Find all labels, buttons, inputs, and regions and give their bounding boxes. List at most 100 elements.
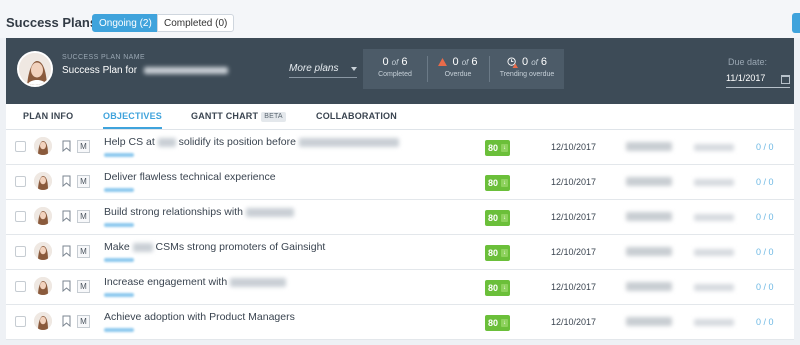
milestone-toggle[interactable]: M [77,315,90,328]
tab-gantt-chart[interactable]: GANTT CHART BETA [191,104,286,129]
health-score[interactable]: 80 ↓ [485,315,510,331]
objective-subtext [104,328,134,332]
row-checkbox[interactable] [15,281,26,292]
task-count[interactable]: 0 / 0 [756,317,774,327]
avatar-icon [34,312,52,330]
row-checkbox[interactable] [15,316,26,327]
filter-ongoing[interactable]: Ongoing (2) [92,14,159,32]
objective-subtext [104,188,134,192]
objective-due-date: 12/10/2017 [551,177,597,187]
avatar-icon [34,277,52,295]
corner-action-button[interactable] [792,13,800,33]
page-title: Success Plans [6,15,98,30]
objective-due-date: 12/10/2017 [551,212,597,222]
objective-due-date: 12/10/2017 [551,317,597,327]
objective-owner [626,317,672,326]
bookmark-icon[interactable] [62,210,71,222]
due-date-label: Due date: [728,57,768,67]
bookmark-icon[interactable] [62,245,71,257]
bookmark-icon[interactable] [62,315,71,327]
warning-icon [438,58,448,67]
objective-updated [694,179,734,186]
plan-name: Success Plan for [62,65,228,76]
tab-plan-info[interactable]: PLAN INFO [23,104,73,129]
row-checkbox[interactable] [15,176,26,187]
task-count[interactable]: 0 / 0 [756,142,774,152]
objective-title[interactable]: Increase engagement with [104,276,287,288]
plan-name-label: SUCCESS PLAN NAME [62,54,146,61]
health-score[interactable]: 80 ↓ [485,245,510,261]
row-checkbox[interactable] [15,211,26,222]
objective-owner [626,177,672,186]
objective-title[interactable]: Help CS at solidify its position before [104,136,399,148]
objective-owner [626,142,672,151]
milestone-toggle[interactable]: M [77,140,90,153]
objective-row[interactable]: M Achieve adoption with Product Managers… [6,305,794,340]
avatar-icon [34,207,52,225]
calendar-icon[interactable] [781,75,790,84]
objective-subtext [104,258,134,262]
objective-owner [626,212,672,221]
objective-row[interactable]: M Build strong relationships with 80 ↓ 12… [6,200,794,235]
objective-due-date: 12/10/2017 [551,247,597,257]
plan-tabs: PLAN INFO OBJECTIVES GANTT CHART BETA COL… [6,104,794,130]
objective-updated [694,284,734,291]
clock-warning-icon [507,57,518,68]
objective-title[interactable]: Deliver flawless technical experience [104,171,276,183]
objective-row[interactable]: M Help CS at solidify its position befor… [6,130,794,165]
objective-title[interactable]: Build strong relationships with [104,206,294,218]
milestone-toggle[interactable]: M [77,210,90,223]
objective-updated [694,319,734,326]
objective-owner [626,282,672,291]
avatar-icon [17,51,53,87]
row-checkbox[interactable] [15,246,26,257]
milestone-toggle[interactable]: M [77,245,90,258]
stat-trending-overdue: 0 of 6 Trending overdue [499,56,555,78]
avatar-icon [34,137,52,155]
objective-title[interactable]: Make CSMs strong promoters of Gainsight [104,241,325,253]
objective-subtext [104,293,134,297]
milestone-toggle[interactable]: M [77,175,90,188]
health-score[interactable]: 80 ↓ [485,175,510,191]
objective-row[interactable]: M Increase engagement with 80 ↓ 12/10/201… [6,270,794,305]
stat-completed: 0 of 6 Completed [378,56,412,78]
objectives-list: M Help CS at solidify its position befor… [6,130,794,340]
avatar-icon [34,172,52,190]
avatar-icon [34,242,52,260]
more-plans-dropdown[interactable]: More plans [289,63,357,78]
bookmark-icon[interactable] [62,175,71,187]
objective-due-date: 12/10/2017 [551,282,597,292]
bookmark-icon[interactable] [62,140,71,152]
beta-badge: BETA [261,111,286,122]
tab-collaboration[interactable]: COLLABORATION [316,104,397,129]
task-count[interactable]: 0 / 0 [756,282,774,292]
milestone-toggle[interactable]: M [77,280,90,293]
row-checkbox[interactable] [15,141,26,152]
due-date-value: 11/1/2017 [726,73,766,83]
objective-row[interactable]: M Make CSMs strong promoters of Gainsigh… [6,235,794,270]
filter-completed[interactable]: Completed (0) [157,14,235,32]
more-plans-label: More plans [289,63,339,74]
task-count[interactable]: 0 / 0 [756,247,774,257]
objective-title[interactable]: Achieve adoption with Product Managers [104,311,295,323]
objective-subtext [104,223,134,227]
bookmark-icon[interactable] [62,280,71,292]
health-score[interactable]: 80 ↓ [485,140,510,156]
health-score[interactable]: 80 ↓ [485,210,510,226]
objective-updated [694,144,734,151]
objective-row[interactable]: M Deliver flawless technical experience … [6,165,794,200]
caret-down-icon [351,67,357,71]
stat-overdue: 0 of 6 Overdue [428,49,488,89]
objective-updated [694,249,734,256]
tab-objectives[interactable]: OBJECTIVES [103,104,163,129]
plan-header: SUCCESS PLAN NAME Success Plan for More … [6,38,794,104]
due-date-field[interactable]: 11/1/2017 [726,70,790,88]
task-count[interactable]: 0 / 0 [756,177,774,187]
plan-name-prefix: Success Plan for [62,65,138,76]
redacted-name [143,66,228,74]
objective-subtext [104,153,134,157]
objective-owner [626,247,672,256]
health-score[interactable]: 80 ↓ [485,280,510,296]
plan-stats: 0 of 6 Completed 0 of 6 Overdue 0 of 6 T… [363,49,564,89]
task-count[interactable]: 0 / 0 [756,212,774,222]
